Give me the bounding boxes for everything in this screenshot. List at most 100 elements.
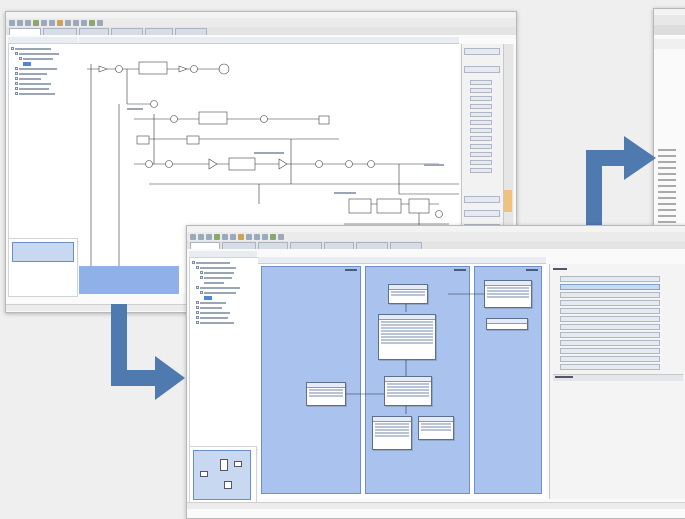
property-row[interactable] [560,348,660,354]
class-box[interactable] [486,318,528,330]
tab-4[interactable] [290,242,322,249]
undo-icon[interactable] [41,19,47,26]
class-box[interactable] [388,284,428,304]
palette-tool-button[interactable] [470,144,492,149]
property-row-selected[interactable] [560,284,660,290]
property-row[interactable] [560,324,660,330]
redo-icon[interactable] [230,233,236,240]
property-row[interactable] [560,356,660,362]
class-box[interactable] [384,376,432,406]
class-box-title [373,417,411,422]
palette-tool-button[interactable] [470,136,492,141]
palette-side-highlight[interactable] [504,190,512,212]
diagram-canvas[interactable] [258,264,546,499]
class-attribute [375,432,409,434]
tab-5[interactable] [145,28,173,35]
class-attribute [421,429,451,431]
perspective-tabs [6,27,516,35]
class-box[interactable] [306,382,346,406]
open-icon[interactable] [198,233,204,240]
tab-6[interactable] [175,28,207,35]
class-attribute [375,423,409,425]
tree-node-icon [15,92,18,95]
overview-panel[interactable] [8,238,78,297]
undo-icon[interactable] [222,233,228,240]
diagram-tab-header[interactable] [258,257,546,264]
diagram-tab-header[interactable] [79,37,459,44]
palette-tool-button[interactable] [470,88,492,93]
tab-4[interactable] [111,28,143,35]
palette-section-header[interactable] [464,48,500,55]
palette-tool-button[interactable] [470,152,492,157]
open-icon[interactable] [17,19,23,26]
select-icon[interactable] [65,19,71,26]
new-icon[interactable] [9,19,15,26]
model-tree [8,43,82,242]
palette-tool-button[interactable] [470,104,492,109]
palette-tool-button[interactable] [470,168,492,173]
overview-viewport[interactable] [193,450,251,500]
property-row[interactable] [560,292,660,298]
run-icon[interactable] [214,233,220,240]
tab-5[interactable] [324,242,354,249]
property-row[interactable] [560,316,660,322]
tree-node-icon [15,87,18,90]
property-row[interactable] [560,276,660,282]
palette-section-header[interactable] [464,196,500,203]
property-row[interactable] [560,364,660,370]
save-icon[interactable] [206,233,212,240]
property-row[interactable] [560,340,660,346]
run-icon[interactable] [33,19,39,26]
check-icon[interactable] [270,233,276,240]
palette-section-header[interactable] [464,66,500,73]
help-icon[interactable] [97,19,103,26]
class-box[interactable] [418,416,454,440]
link-icon[interactable] [254,233,260,240]
class-box[interactable] [378,314,436,360]
class-attribute [421,423,451,425]
palette-section-header[interactable] [464,210,500,217]
tab-2[interactable] [43,28,77,35]
palette-tool-button[interactable] [470,96,492,101]
check-icon[interactable] [89,19,95,26]
palette-tool-button[interactable] [470,120,492,125]
tree-item[interactable] [11,91,79,96]
tree-item[interactable] [192,320,258,325]
zoom-icon[interactable] [57,19,63,26]
property-row[interactable] [560,300,660,306]
palette-tool-button[interactable] [470,80,492,85]
select-icon[interactable] [246,233,252,240]
selection-highlight[interactable] [79,266,179,294]
tab-7[interactable] [390,242,422,249]
redo-icon[interactable] [49,19,55,26]
property-row[interactable] [560,332,660,338]
overview-panel[interactable] [189,446,257,506]
overview-viewport[interactable] [12,242,74,262]
zoom-icon[interactable] [238,233,244,240]
tree-node-icon [15,72,18,75]
tab-2[interactable] [222,242,256,249]
new-icon[interactable] [190,233,196,240]
tab-3[interactable] [79,28,109,35]
class-attribute [387,395,429,397]
help-icon[interactable] [278,233,284,240]
tab-3[interactable] [258,242,288,249]
palette-tool-button[interactable] [470,112,492,117]
palette-tool-button[interactable] [470,160,492,165]
class-attribute [381,324,433,326]
tab-6[interactable] [356,242,388,249]
overview-mini-node [220,459,228,471]
class-attribute [391,294,425,296]
class-box[interactable] [484,280,532,308]
palette-tool-button[interactable] [470,128,492,133]
grid-icon[interactable] [81,19,87,26]
class-attribute [375,426,409,428]
save-icon[interactable] [25,19,31,26]
tab-1[interactable] [9,28,41,35]
link-icon[interactable] [73,19,79,26]
class-box-title [389,285,427,290]
tab-1[interactable] [190,242,220,249]
class-box[interactable] [372,416,412,450]
grid-icon[interactable] [262,233,268,240]
property-row[interactable] [560,308,660,314]
